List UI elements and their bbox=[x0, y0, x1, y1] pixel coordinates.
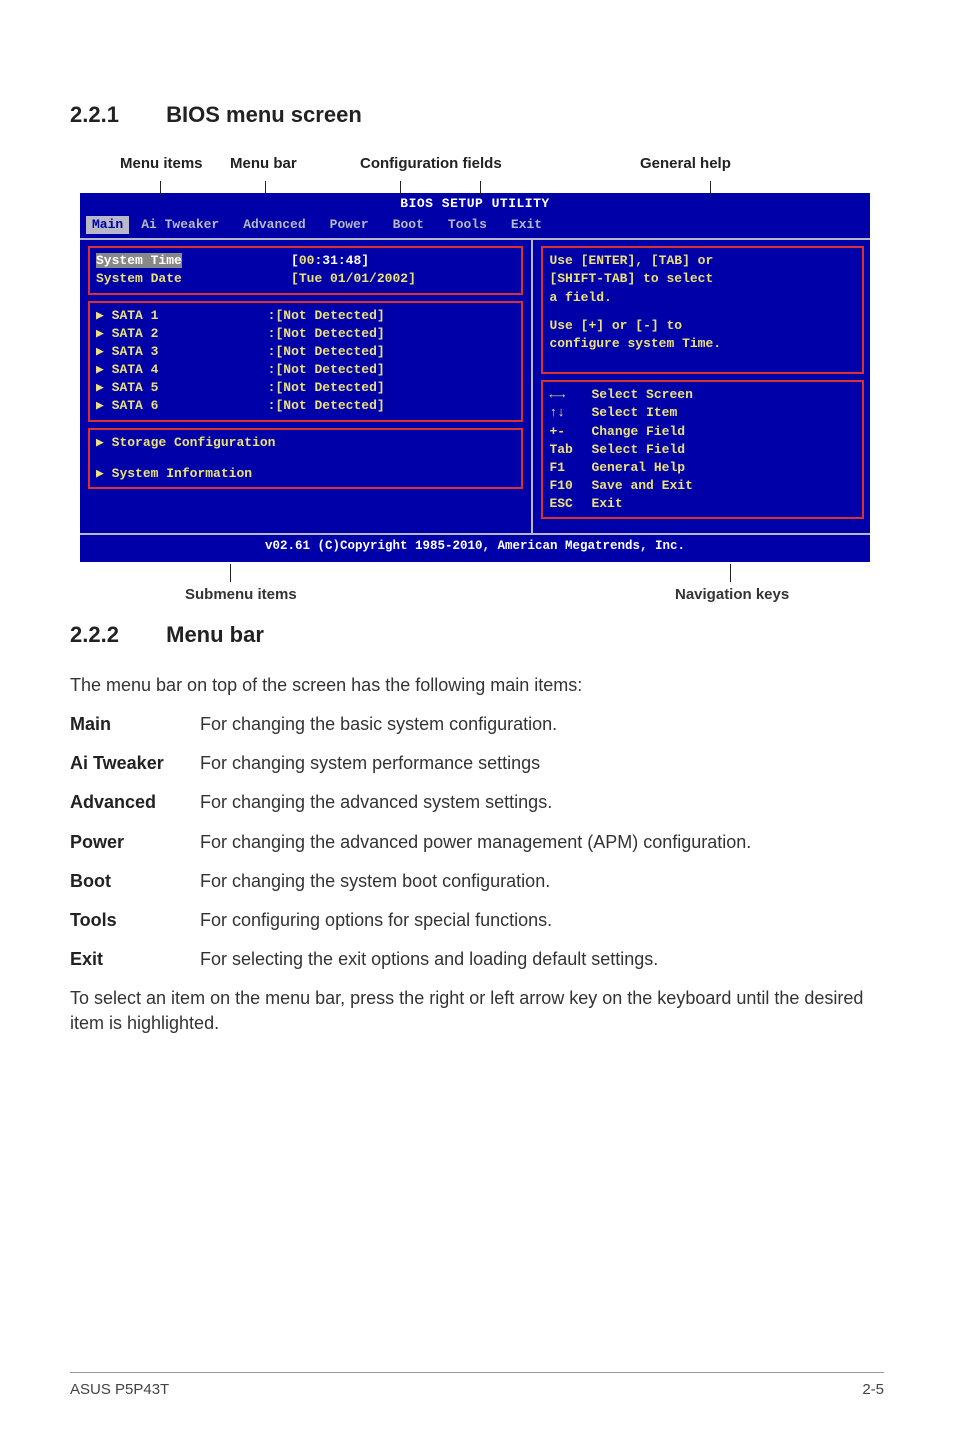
desc-row-advanced: Advanced For changing the advanced syste… bbox=[70, 790, 884, 815]
bios-tab-main[interactable]: Main bbox=[86, 216, 129, 234]
def: For changing the advanced system setting… bbox=[200, 790, 884, 815]
footer-left: ASUS P5P43T bbox=[70, 1379, 169, 1400]
triangle-icon: ▶ bbox=[96, 380, 104, 395]
help-line: a field. bbox=[549, 289, 856, 307]
section-222-outro: To select an item on the menu bar, press… bbox=[70, 986, 884, 1036]
sata-3[interactable]: ▶ SATA 3 :[Not Detected] bbox=[96, 343, 515, 361]
triangle-icon: ▶ bbox=[96, 398, 104, 413]
desc-row-boot: Boot For changing the system boot config… bbox=[70, 869, 884, 894]
term: Power bbox=[70, 830, 200, 855]
nav-select-field: TabSelect Field bbox=[549, 441, 856, 459]
footer-right: 2-5 bbox=[862, 1379, 884, 1400]
bios-time-date-box: System Time [00:31:48] System Date [Tue … bbox=[88, 246, 523, 294]
system-date-row[interactable]: System Date [Tue 01/01/2002] bbox=[96, 270, 515, 288]
help-line: [SHIFT-TAB] to select bbox=[549, 270, 856, 288]
bios-menubar: Main Ai Tweaker Advanced Power Boot Tool… bbox=[80, 215, 870, 238]
section-2-2-2-heading: 2.2.2 Menu bar bbox=[70, 620, 884, 651]
nav-select-item: ↑↓Select Item bbox=[549, 404, 856, 422]
desc-row-exit: Exit For selecting the exit options and … bbox=[70, 947, 884, 972]
sata-4[interactable]: ▶ SATA 4 :[Not Detected] bbox=[96, 361, 515, 379]
sata-1[interactable]: ▶ SATA 1 :[Not Detected] bbox=[96, 307, 515, 325]
nav-general-help: F1General Help bbox=[549, 459, 856, 477]
nav-change-field: +-Change Field bbox=[549, 423, 856, 441]
bios-right-pane: Use [ENTER], [TAB] or [SHIFT-TAB] to sel… bbox=[531, 240, 870, 533]
help-line: configure system Time. bbox=[549, 335, 856, 353]
bios-tab-power[interactable]: Power bbox=[318, 216, 381, 234]
annot-submenu: Submenu items bbox=[185, 584, 297, 605]
page-footer: ASUS P5P43T 2-5 bbox=[70, 1372, 884, 1400]
help-line: Use [ENTER], [TAB] or bbox=[549, 252, 856, 270]
sata-6[interactable]: ▶ SATA 6 :[Not Detected] bbox=[96, 397, 515, 415]
def: For changing the advanced power manageme… bbox=[200, 830, 884, 855]
term: Ai Tweaker bbox=[70, 751, 200, 776]
term: Tools bbox=[70, 908, 200, 933]
bios-footer: v02.61 (C)Copyright 1985-2010, American … bbox=[80, 535, 870, 562]
def: For changing the system boot configurati… bbox=[200, 869, 884, 894]
system-time-row[interactable]: System Time [00:31:48] bbox=[96, 252, 515, 270]
bios-screen: BIOS SETUP UTILITY Main Ai Tweaker Advan… bbox=[80, 193, 870, 562]
desc-row-main: Main For changing the basic system confi… bbox=[70, 712, 884, 737]
def: For configuring options for special func… bbox=[200, 908, 884, 933]
bios-tab-exit[interactable]: Exit bbox=[499, 216, 554, 234]
bios-submenu-box: ▶ Storage Configuration ▶ System Informa… bbox=[88, 428, 523, 489]
section-title-text: Menu bar bbox=[166, 622, 264, 647]
bios-left-pane: System Time [00:31:48] System Date [Tue … bbox=[80, 240, 531, 533]
section-2-2-1-heading: 2.2.1 BIOS menu screen bbox=[70, 100, 884, 131]
desc-row-power: Power For changing the advanced power ma… bbox=[70, 830, 884, 855]
section-number: 2.2.1 bbox=[70, 100, 160, 131]
menu-bar-description-table: Main For changing the basic system confi… bbox=[70, 712, 884, 972]
bios-help-box: Use [ENTER], [TAB] or [SHIFT-TAB] to sel… bbox=[541, 246, 864, 374]
bios-annotation-bottom: Submenu items Navigation keys bbox=[80, 564, 884, 614]
nav-select-screen: ←→Select Screen bbox=[549, 386, 856, 404]
triangle-icon: ▶ bbox=[96, 435, 104, 450]
bios-tab-advanced[interactable]: Advanced bbox=[231, 216, 317, 234]
term: Boot bbox=[70, 869, 200, 894]
bios-sata-box: ▶ SATA 1 :[Not Detected] ▶ SATA 2 :[Not … bbox=[88, 301, 523, 422]
nav-exit: ESCExit bbox=[549, 495, 856, 513]
sata-5[interactable]: ▶ SATA 5 :[Not Detected] bbox=[96, 379, 515, 397]
triangle-icon: ▶ bbox=[96, 308, 104, 323]
term: Exit bbox=[70, 947, 200, 972]
sata-2[interactable]: ▶ SATA 2 :[Not Detected] bbox=[96, 325, 515, 343]
desc-row-ai-tweaker: Ai Tweaker For changing system performan… bbox=[70, 751, 884, 776]
bios-tab-ai-tweaker[interactable]: Ai Tweaker bbox=[129, 216, 231, 234]
triangle-icon: ▶ bbox=[96, 326, 104, 341]
def: For changing the basic system configurat… bbox=[200, 712, 884, 737]
section-number: 2.2.2 bbox=[70, 620, 160, 651]
bios-tab-tools[interactable]: Tools bbox=[436, 216, 499, 234]
triangle-icon: ▶ bbox=[96, 362, 104, 377]
section-title-text: BIOS menu screen bbox=[166, 102, 362, 127]
annot-general-help: General help bbox=[640, 153, 731, 174]
term: Advanced bbox=[70, 790, 200, 815]
triangle-icon: ▶ bbox=[96, 466, 104, 481]
annot-menu-bar: Menu bar bbox=[230, 153, 297, 174]
help-line: Use [+] or [-] to bbox=[549, 317, 856, 335]
term: Main bbox=[70, 712, 200, 737]
bios-nav-box: ←→Select Screen ↑↓Select Item +-Change F… bbox=[541, 380, 864, 519]
desc-row-tools: Tools For configuring options for specia… bbox=[70, 908, 884, 933]
triangle-icon: ▶ bbox=[96, 344, 104, 359]
system-information[interactable]: ▶ System Information bbox=[96, 465, 515, 483]
section-222-intro: The menu bar on top of the screen has th… bbox=[70, 673, 884, 698]
annot-config-fields: Configuration fields bbox=[360, 153, 502, 174]
storage-configuration[interactable]: ▶ Storage Configuration bbox=[96, 434, 515, 452]
bios-annotation-top: Menu items Menu bar Configuration fields… bbox=[80, 153, 874, 193]
def: For changing system performance settings bbox=[200, 751, 884, 776]
bios-tab-boot[interactable]: Boot bbox=[381, 216, 436, 234]
def: For selecting the exit options and loadi… bbox=[200, 947, 884, 972]
annot-menu-items: Menu items bbox=[120, 153, 203, 174]
bios-title: BIOS SETUP UTILITY bbox=[80, 193, 870, 215]
nav-save-exit: F10Save and Exit bbox=[549, 477, 856, 495]
annot-navkeys: Navigation keys bbox=[675, 584, 789, 605]
